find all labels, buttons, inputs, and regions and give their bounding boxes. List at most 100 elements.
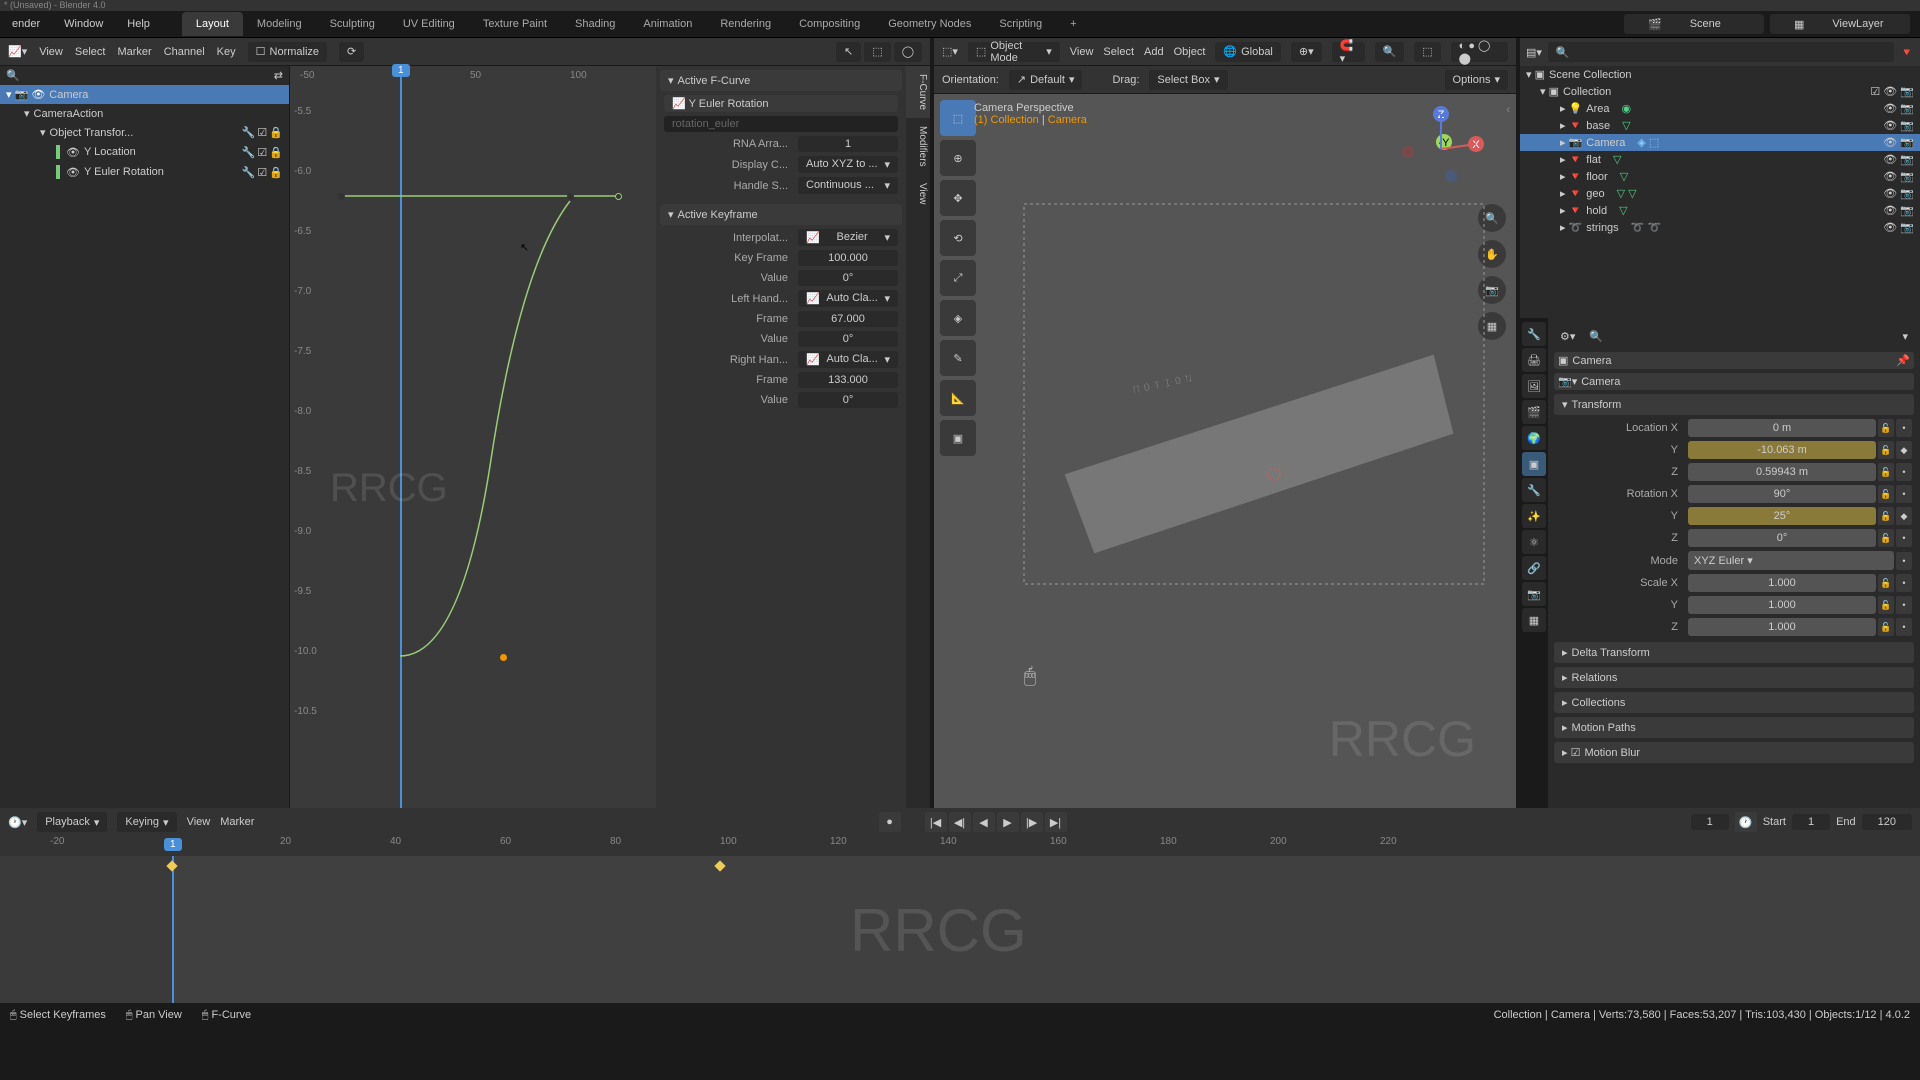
vp-add[interactable]: Add (1144, 46, 1164, 58)
cursor-tool-icon[interactable]: ⊕ (940, 140, 976, 176)
menu-help[interactable]: Help (115, 18, 162, 30)
viewlayer-selector[interactable]: ▦ViewLayer (1770, 14, 1910, 34)
graph-select[interactable]: Select (75, 46, 106, 58)
orientation-dropdown[interactable]: ↗ Default ▾ (1009, 70, 1083, 90)
channel-camera[interactable]: ▾ 📷 👁 Camera (0, 85, 289, 104)
anim-icon[interactable]: • (1896, 596, 1912, 614)
tab-scripting[interactable]: Scripting (985, 12, 1056, 36)
mode-selector[interactable]: ⬚ Object Mode ▾ (968, 42, 1060, 62)
tab-texpaint[interactable]: Texture Paint (469, 12, 561, 36)
lhframe-value[interactable]: 67.000 (798, 311, 898, 327)
locz-value[interactable]: 0.59943 m (1688, 463, 1876, 481)
timeline-body[interactable]: 1 RRCG (0, 856, 1920, 1003)
vp-object[interactable]: Object (1174, 46, 1206, 58)
section-collections[interactable]: ▸ Collections (1554, 692, 1914, 713)
play-rev-icon[interactable]: ◀ (973, 812, 995, 832)
rhframe-value[interactable]: 133.000 (798, 372, 898, 388)
timeline-ruler[interactable]: -20 20 40 60 80 100 120 140 160 180 200 … (0, 836, 1920, 856)
panel-active-fcurve[interactable]: ▾ Active F-Curve (660, 70, 902, 91)
lock-icon[interactable]: 🔓 (1878, 618, 1894, 636)
snap-icon[interactable]: ⬚ (864, 42, 890, 62)
channel-xform[interactable]: ▾ Object Transfor...🔧☑🔒 (0, 123, 289, 142)
props-search[interactable]: 🔍 (1581, 326, 1896, 346)
locx-value[interactable]: 0 m (1688, 419, 1876, 437)
outliner-item-camera[interactable]: ▸ 📷 Camera◈ ⬚👁 📷 (1520, 134, 1920, 151)
filter-icon[interactable]: ⬚ (1414, 42, 1440, 62)
preview-range-icon[interactable]: 🕐 (1735, 812, 1757, 832)
rhval-value[interactable]: 0° (798, 392, 898, 408)
move-tool-icon[interactable]: ✥ (940, 180, 976, 216)
anim-icon[interactable]: • (1896, 463, 1912, 481)
editor-type-icon[interactable]: ▤▾ (1526, 46, 1542, 59)
normalize-toggle[interactable]: ☐ Normalize (248, 42, 327, 62)
lock-icon[interactable]: 🔓 (1878, 485, 1894, 503)
graph-key[interactable]: Key (217, 46, 236, 58)
nav-gizmo[interactable]: Z X -Y (1396, 104, 1486, 194)
rna-value[interactable]: 1 (798, 136, 898, 152)
channel-search[interactable]: 🔍⇄ (0, 66, 289, 85)
graph-channel[interactable]: Channel (164, 46, 205, 58)
ptab-scene-icon[interactable]: 🎬 (1522, 400, 1546, 424)
tab-add[interactable]: + (1056, 12, 1090, 36)
data-name[interactable]: Camera (1581, 376, 1910, 388)
outliner-item[interactable]: ▸ 🔻 flat▽👁 📷 (1520, 151, 1920, 168)
tl-view[interactable]: View (187, 816, 211, 828)
ptab-physics-icon[interactable]: ⚛ (1522, 530, 1546, 554)
outliner-search[interactable]: 🔍 (1548, 42, 1894, 62)
lock-icon[interactable]: 🔓 (1878, 529, 1894, 547)
cursor-tool-icon[interactable]: ↖ (836, 42, 861, 62)
outliner-item[interactable]: ▸ 🔻 base▽👁 📷 (1520, 117, 1920, 134)
outliner-item[interactable]: ▸ 🔻 geo▽ ▽👁 📷 (1520, 185, 1920, 202)
channel-action[interactable]: ▾ CameraAction (0, 104, 289, 123)
keying-dropdown[interactable]: Keying ▾ (117, 812, 176, 832)
channel-yrot[interactable]: 👁 Y Euler Rotation🔧☑🔒 (0, 162, 289, 182)
jump-end-icon[interactable]: ▶| (1045, 812, 1067, 832)
menu-window[interactable]: Window (52, 18, 115, 30)
object-name[interactable]: Camera (1572, 355, 1892, 367)
ptab-render-icon[interactable]: 🔧 (1522, 322, 1546, 346)
vp-view[interactable]: View (1070, 46, 1094, 58)
lock-icon[interactable]: 🔓 (1878, 441, 1894, 459)
section-relations[interactable]: ▸ Relations (1554, 667, 1914, 688)
viewport-canvas[interactable]: ⬚ ⊕ ✥ ⟲ ⤢ ◈ ✎ 📐 ▣ Camera Perspective (1)… (934, 94, 1516, 808)
filter-icon[interactable]: ⇄ (274, 69, 283, 82)
tab-rendering[interactable]: Rendering (706, 12, 785, 36)
tl-marker[interactable]: Marker (220, 816, 254, 828)
ptab-texture-icon[interactable]: ▦ (1522, 608, 1546, 632)
scly-value[interactable]: 1.000 (1688, 596, 1876, 614)
collapse-icon[interactable]: ‹ (1506, 104, 1510, 116)
measure-tool-icon[interactable]: 📐 (940, 380, 976, 416)
interp-dropdown[interactable]: 📈 Bezier▾ (798, 229, 898, 246)
timeline-playhead[interactable]: 1 (172, 856, 174, 1003)
autokey-icon[interactable]: ● (879, 812, 901, 832)
options-icon[interactable]: ▾ (1902, 330, 1908, 343)
drag-dropdown[interactable]: Select Box ▾ (1149, 70, 1227, 90)
vtab-modifiers[interactable]: Modifiers (906, 118, 930, 175)
global-orient[interactable]: 🌐 Global (1215, 42, 1281, 62)
tab-animation[interactable]: Animation (629, 12, 706, 36)
graph-view[interactable]: View (39, 46, 63, 58)
channel-search-input[interactable] (24, 70, 270, 82)
graph-marker[interactable]: Marker (117, 46, 151, 58)
rotate-tool-icon[interactable]: ⟲ (940, 220, 976, 256)
fcurve-name[interactable]: 📈 Y Euler Rotation (664, 95, 898, 112)
ptab-view-icon[interactable]: 🖼 (1522, 374, 1546, 398)
start-frame[interactable]: 1 (1792, 814, 1830, 830)
lh-dropdown[interactable]: 📈 Auto Cla...▾ (798, 290, 898, 307)
keyframe-handle[interactable] (500, 654, 507, 661)
lock-icon[interactable]: 🔓 (1878, 507, 1894, 525)
lock-icon[interactable]: 🔒 (269, 146, 283, 159)
prop-edit-icon[interactable]: ◯ (894, 42, 922, 62)
checkbox-icon[interactable]: ☑ (257, 126, 267, 139)
ptab-world-icon[interactable]: 🌍 (1522, 426, 1546, 450)
outliner-item[interactable]: ▸ 🔻 hold▽👁 📷 (1520, 202, 1920, 219)
outliner-item[interactable]: ▸ 💡 Area◉👁 📷 (1520, 100, 1920, 117)
pin-icon[interactable]: 📌 (1896, 354, 1910, 367)
anim-icon[interactable]: • (1896, 618, 1912, 636)
scale-tool-icon[interactable]: ⤢ (940, 260, 976, 296)
lhval-value[interactable]: 0° (798, 331, 898, 347)
checkbox-icon[interactable]: ☑ (257, 166, 267, 179)
lock-icon[interactable]: 🔓 (1878, 596, 1894, 614)
next-kf-icon[interactable]: |▶ (1021, 812, 1043, 832)
graph-canvas[interactable]: -50 50 100 -5.5 -6.0 -6.5 -7.0 -7.5 -8.0… (290, 66, 656, 808)
